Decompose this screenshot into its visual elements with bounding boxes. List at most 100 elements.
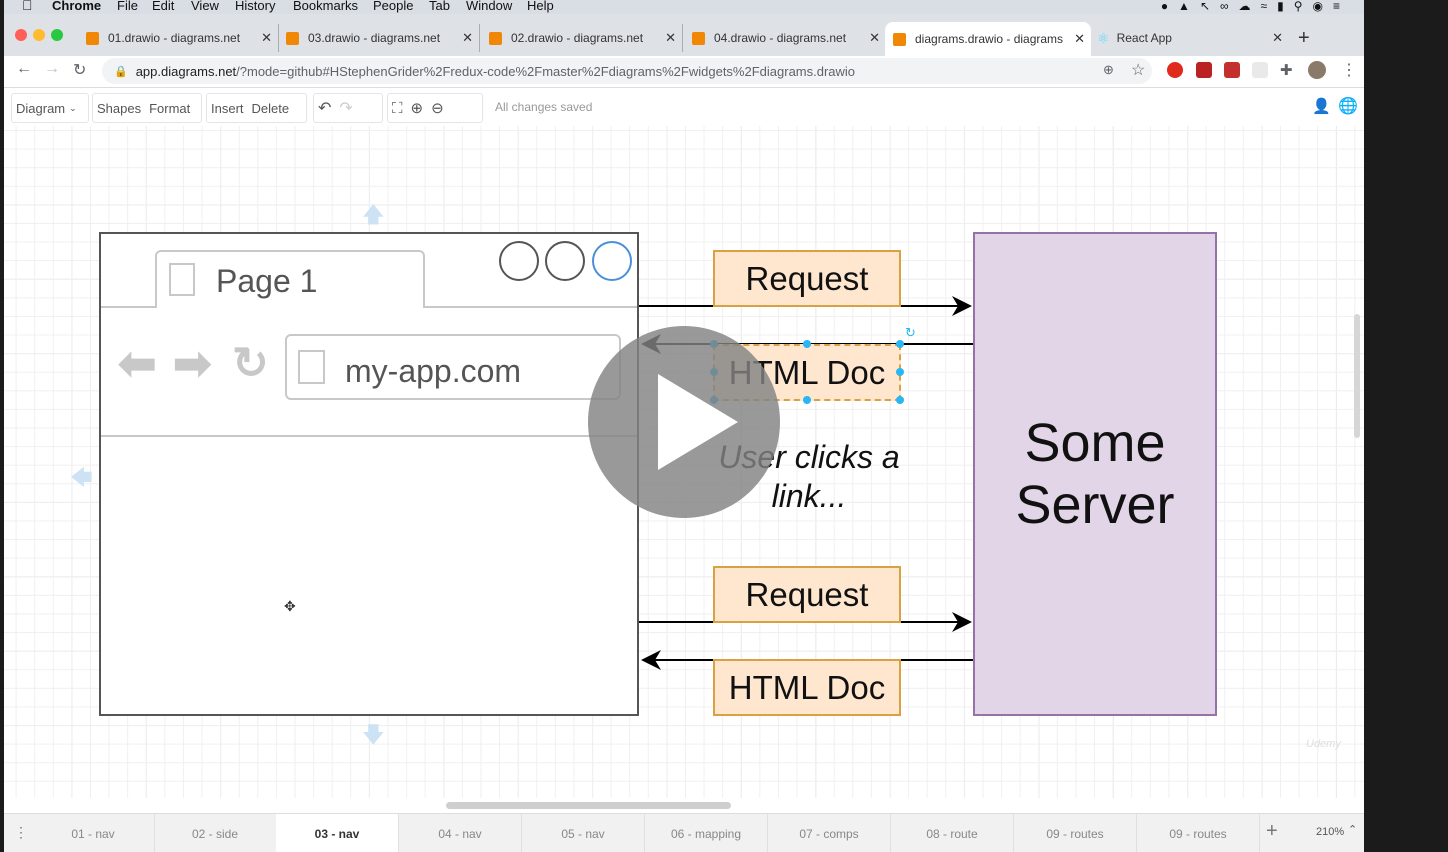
chevron-up-icon[interactable]: ⌃ xyxy=(1348,823,1357,836)
menu-view[interactable]: View xyxy=(191,0,219,13)
hover-arrow-up-icon[interactable]: 🡅 xyxy=(362,198,385,236)
extension-gray-icon[interactable] xyxy=(1252,62,1268,78)
server-box[interactable]: Some Server xyxy=(973,232,1217,716)
page-tab[interactable]: 09 - routes xyxy=(1137,814,1260,852)
react-favicon-icon: ⚛ xyxy=(1097,29,1110,46)
page-tabs-bar: ⋮ 01 - nav 02 - side 03 - nav 04 - nav 0… xyxy=(4,813,1364,852)
html-doc-box-2[interactable]: HTML Doc xyxy=(713,659,901,716)
browser-tab-2[interactable]: 03.drawio - diagrams.net ✕ xyxy=(284,24,480,52)
menu-window[interactable]: Window xyxy=(466,0,512,13)
opera-extension-icon[interactable] xyxy=(1167,62,1183,78)
browser-tab-title: 01.drawio - diagrams.net xyxy=(108,31,241,45)
insert-button[interactable]: Insert xyxy=(207,101,248,116)
close-window-button[interactable] xyxy=(15,29,27,41)
browser-tab-6[interactable]: ⚛ React App ✕ xyxy=(1093,24,1289,52)
puzzle-extensions-icon[interactable]: ✚ xyxy=(1280,61,1293,79)
page-tab[interactable]: 05 - nav xyxy=(522,814,645,852)
horizontal-scrollbar[interactable] xyxy=(446,802,731,809)
extension-badge-icon[interactable] xyxy=(1196,62,1212,78)
url-input[interactable]: 🔒 app.diagrams.net/?mode=github#HStephen… xyxy=(102,58,1152,84)
request-box-2[interactable]: Request xyxy=(713,566,901,623)
format-button[interactable]: Format xyxy=(145,101,194,116)
pages-menu-icon[interactable]: ⋮ xyxy=(14,824,28,841)
browser-tab-3[interactable]: 02.drawio - diagrams.net ✕ xyxy=(487,24,683,52)
browser-tab-title: 02.drawio - diagrams.net xyxy=(511,31,644,45)
diagram-menu[interactable]: Diagram ⌄ xyxy=(11,93,89,123)
menu-app-name[interactable]: Chrome xyxy=(52,0,101,13)
menu-bookmarks[interactable]: Bookmarks xyxy=(293,0,358,13)
zoom-in-icon[interactable]: ⊕ xyxy=(407,99,428,117)
browser-tab-4[interactable]: 04.drawio - diagrams.net ✕ xyxy=(690,24,886,52)
browser-tab-active[interactable]: diagrams.drawio - diagrams.net ✕ xyxy=(885,22,1091,56)
extension-red-icon[interactable] xyxy=(1224,62,1240,78)
browser-tab-title: 03.drawio - diagrams.net xyxy=(308,31,441,45)
tab-close-icon[interactable]: ✕ xyxy=(1272,30,1283,46)
zoom-level[interactable]: 210% xyxy=(1316,826,1344,838)
status-icons: ●▲↖∞☁≈▮⚲◉≡ xyxy=(1160,0,1350,13)
page-tab[interactable]: 08 - route xyxy=(891,814,1014,852)
undo-icon[interactable]: ↶ xyxy=(314,98,335,118)
zoom-window-button[interactable] xyxy=(51,29,63,41)
delete-button[interactable]: Delete xyxy=(248,101,294,116)
forward-arrow-icon[interactable]: → xyxy=(44,60,60,78)
page-tab[interactable]: 02 - side xyxy=(154,814,277,852)
menu-edit[interactable]: Edit xyxy=(152,0,174,13)
page-tab[interactable]: 01 - nav xyxy=(32,814,155,852)
menu-people[interactable]: People xyxy=(373,0,413,13)
profile-avatar[interactable] xyxy=(1308,61,1326,79)
tab-close-icon[interactable]: ✕ xyxy=(869,30,880,46)
browser-tab-title: diagrams.drawio - diagrams.net xyxy=(915,32,1063,46)
page-tab[interactable]: 07 - comps xyxy=(768,814,891,852)
play-triangle-icon xyxy=(658,374,738,470)
apple-icon[interactable]:  xyxy=(22,0,33,13)
new-tab-button[interactable]: + xyxy=(1298,24,1318,52)
browser-tab-title: React App xyxy=(1116,31,1172,45)
screen:  Chrome File Edit View History Bookmark… xyxy=(4,0,1364,852)
chevron-down-icon: ⌄ xyxy=(69,102,77,113)
page-tab[interactable]: 04 - nav xyxy=(399,814,522,852)
minimize-window-button[interactable] xyxy=(33,29,45,41)
view-controls-group: ⛶ ⊕ ⊖ xyxy=(387,93,483,123)
tab-close-icon[interactable]: ✕ xyxy=(665,30,676,46)
diagram-canvas[interactable]: Page 1 ⬅ ➡ ↻ my-app.com Request HTML Doc… xyxy=(4,126,1364,798)
browser-tab-title: 04.drawio - diagrams.net xyxy=(714,31,847,45)
insert-delete-group: Insert Delete xyxy=(206,93,307,123)
user-icon[interactable]: 👤 xyxy=(1312,97,1331,115)
drawio-favicon-icon xyxy=(489,31,502,45)
undo-redo-group: ↶ ↷ xyxy=(313,93,383,123)
diagram-menu-label: Diagram xyxy=(16,100,66,116)
save-status: All changes saved xyxy=(495,100,593,114)
lock-icon: 🔒 xyxy=(114,65,128,78)
menu-help[interactable]: Help xyxy=(527,0,554,13)
drawio-favicon-icon xyxy=(86,31,99,45)
install-app-icon[interactable]: ⊕ xyxy=(1103,62,1114,78)
video-play-button[interactable] xyxy=(588,326,780,518)
zoom-out-icon[interactable]: ⊖ xyxy=(427,99,448,117)
redo-icon[interactable]: ↷ xyxy=(335,98,356,118)
menu-history[interactable]: History xyxy=(235,0,275,13)
menu-tab[interactable]: Tab xyxy=(429,0,450,13)
menu-file[interactable]: File xyxy=(117,0,138,13)
shapes-button[interactable]: Shapes xyxy=(93,101,145,116)
add-page-icon[interactable]: + xyxy=(1266,820,1278,843)
page-tab[interactable]: 09 - routes xyxy=(1014,814,1137,852)
bookmark-star-icon[interactable]: ☆ xyxy=(1131,60,1145,80)
browser-tab-1[interactable]: 01.drawio - diagrams.net ✕ xyxy=(82,24,279,52)
kebab-menu-icon[interactable]: ⋮ xyxy=(1341,60,1357,80)
mac-menu-bar:  Chrome File Edit View History Bookmark… xyxy=(4,0,1364,14)
page-tab-active[interactable]: 03 - nav xyxy=(276,814,399,852)
tab-close-icon[interactable]: ✕ xyxy=(1074,31,1085,47)
hover-arrow-left-icon[interactable]: 🡄 xyxy=(70,461,93,499)
reload-icon[interactable]: ↻ xyxy=(73,60,86,80)
request-box-1[interactable]: Request xyxy=(713,250,901,307)
language-globe-icon[interactable]: 🌐 xyxy=(1338,96,1358,116)
vertical-scrollbar[interactable] xyxy=(1354,314,1360,438)
fullscreen-icon[interactable]: ⛶ xyxy=(388,100,407,117)
udemy-watermark: Udemy xyxy=(1306,738,1341,750)
back-arrow-icon[interactable]: ← xyxy=(16,60,32,78)
hover-arrow-down-icon[interactable]: 🡇 xyxy=(362,718,385,756)
tab-close-icon[interactable]: ✕ xyxy=(261,30,272,46)
tab-close-icon[interactable]: ✕ xyxy=(462,30,473,46)
drawio-favicon-icon xyxy=(286,31,299,45)
page-tab[interactable]: 06 - mapping xyxy=(645,814,768,852)
